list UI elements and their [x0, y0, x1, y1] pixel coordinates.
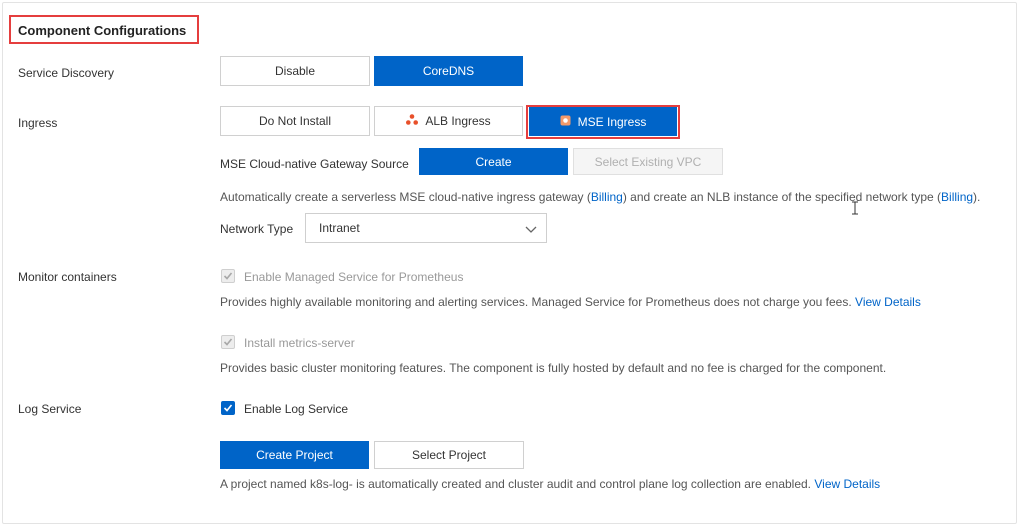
create-project-label: Create Project [256, 448, 333, 462]
billing-link-2[interactable]: Billing [941, 190, 973, 204]
log-service-view-details-link[interactable]: View Details [814, 477, 880, 491]
create-project-button[interactable]: Create Project [220, 441, 369, 469]
select-project-button[interactable]: Select Project [374, 441, 524, 469]
gateway-source-label: MSE Cloud-native Gateway Source [220, 157, 409, 171]
log-service-checkbox-label: Enable Log Service [244, 402, 349, 416]
ingress-label: Ingress [18, 116, 58, 130]
alb-icon [406, 114, 419, 128]
log-service-desc-text: A project named k8s-log- is automaticall… [220, 477, 812, 491]
ingress-desc-text-2: ) and create an NLB instance of the spec… [622, 190, 942, 204]
select-project-label: Select Project [411, 448, 487, 462]
checkmark-icon [223, 338, 233, 346]
disable-label: Disable [274, 64, 316, 78]
gateway-source-select-existing-button[interactable]: Select Existing VPC [573, 148, 723, 175]
checkmark-icon [223, 404, 233, 412]
ingress-do-not-install-button[interactable]: Do Not Install [220, 106, 370, 136]
prometheus-description: Provides highly available monitoring and… [220, 295, 921, 309]
prometheus-checkbox-label: Enable Managed Service for Prometheus [244, 270, 464, 284]
ingress-description: Automatically create a serverless MSE cl… [220, 190, 980, 204]
ingress-desc-text-1: Automatically create a serverless MSE cl… [220, 190, 591, 204]
coredns-label: CoreDNS [422, 64, 475, 78]
metrics-server-description: Provides basic cluster monitoring featur… [220, 361, 887, 375]
chevron-down-icon [525, 223, 537, 237]
prometheus-desc-text: Provides highly available monitoring and… [220, 295, 852, 309]
log-service-label: Log Service [18, 402, 82, 416]
text-cursor-icon [851, 201, 859, 218]
service-discovery-coredns-button[interactable]: CoreDNS [374, 56, 523, 86]
network-type-label: Network Type [220, 222, 294, 236]
log-service-checkbox[interactable] [221, 401, 235, 415]
service-discovery-label: Service Discovery [18, 66, 115, 80]
create-label: Create [475, 154, 512, 169]
section-title: Component Configurations [18, 23, 187, 38]
network-type-select[interactable]: Intranet [305, 213, 547, 243]
monitor-containers-label: Monitor containers [18, 270, 117, 284]
gateway-source-create-button[interactable]: Create [419, 148, 568, 175]
ingress-alb-button[interactable]: ALB Ingress [374, 106, 523, 136]
do-not-install-label: Do Not Install [258, 114, 332, 128]
alb-ingress-label: ALB Ingress [425, 114, 491, 128]
network-type-value: Intranet [319, 221, 360, 235]
metrics-server-checkbox-label: Install metrics-server [244, 336, 355, 350]
billing-link-1[interactable]: Billing [591, 190, 623, 204]
service-discovery-disable-button[interactable]: Disable [220, 56, 370, 86]
prometheus-view-details-link[interactable]: View Details [855, 295, 921, 309]
prometheus-checkbox[interactable] [221, 269, 235, 283]
log-service-description: A project named k8s-log- is automaticall… [220, 477, 880, 491]
ingress-desc-text-3: ). [973, 190, 981, 204]
select-existing-vpc-label: Select Existing VPC [594, 154, 702, 169]
mse-ingress-highlight-box [526, 105, 680, 139]
metrics-server-checkbox[interactable] [221, 335, 235, 349]
checkmark-icon [223, 272, 233, 280]
